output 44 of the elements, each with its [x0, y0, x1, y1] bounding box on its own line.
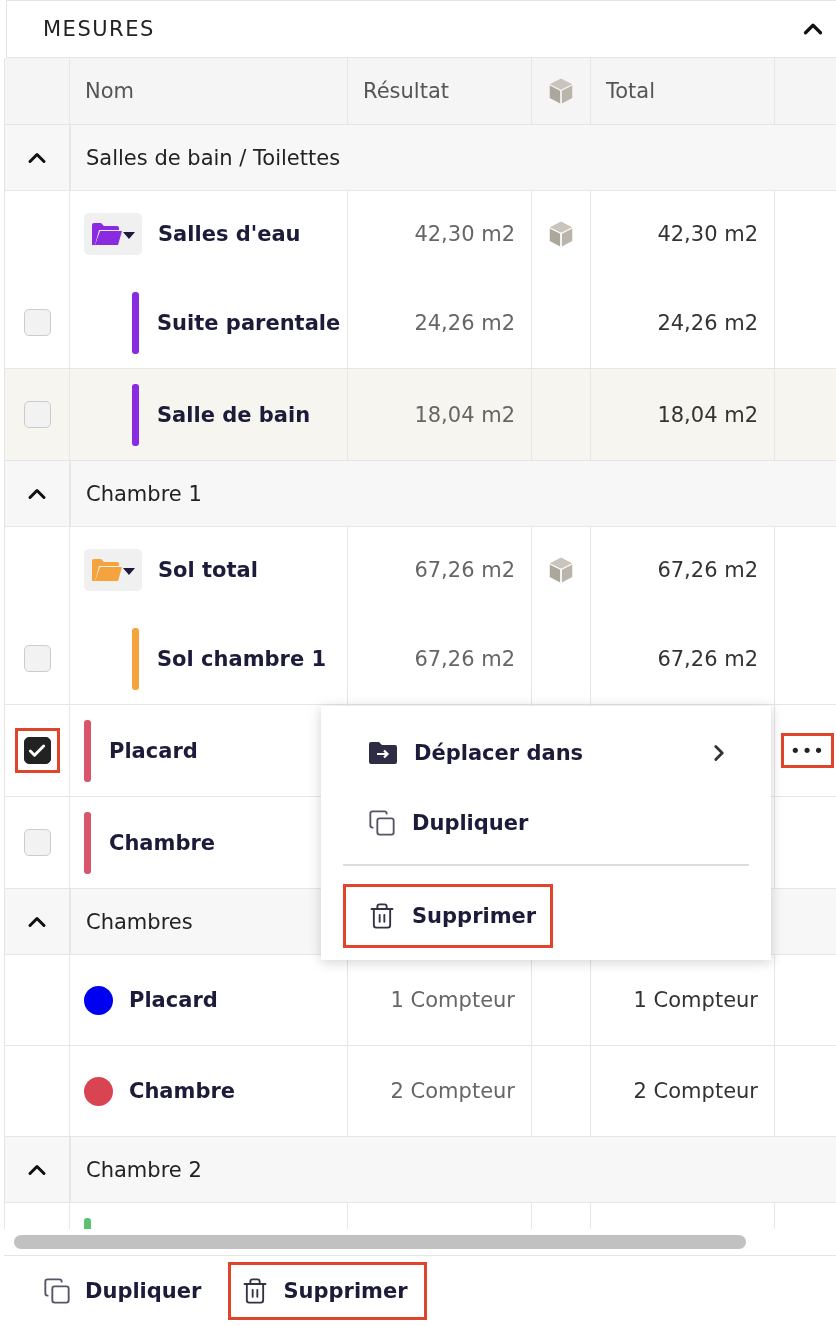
result-value: 67,26 m2 — [414, 558, 515, 582]
row-name: Salle de bain — [157, 402, 311, 427]
total-value: 42,30 m2 — [657, 222, 758, 246]
trash-icon — [368, 902, 396, 930]
panel-title: MESURES — [43, 17, 155, 41]
row-name: Placard — [109, 738, 198, 763]
total-value: 2 Compteur — [633, 1079, 758, 1103]
group-title: Salles de bain / Toilettes — [86, 145, 341, 170]
total-value: 24,26 m2 — [657, 310, 758, 335]
total-value: 67,26 m2 — [657, 646, 758, 671]
result-value: 67,26 m2 — [414, 646, 515, 671]
checkbox[interactable] — [23, 737, 51, 764]
result-value: 42,30 m2 — [414, 222, 515, 246]
menu-item[interactable]: Supprimer — [343, 884, 554, 948]
row-name: Sol total — [158, 558, 258, 582]
row-name: Placard — [129, 988, 218, 1012]
column-header[interactable]: Nom — [85, 79, 134, 103]
footer-button[interactable]: Dupliquer — [30, 1262, 221, 1320]
total-value: 67,26 m2 — [657, 558, 758, 582]
group-title: Chambre 1 — [86, 481, 202, 506]
more-button[interactable]: ••• — [781, 733, 834, 768]
folder-dropdown[interactable] — [84, 213, 142, 255]
row-name: Salles d'eau — [158, 222, 301, 246]
footer-button[interactable]: Supprimer — [228, 1262, 427, 1320]
row-name: Sol chambre 1 — [157, 646, 327, 671]
copy-icon — [43, 1277, 71, 1305]
result-value: 2 Compteur — [390, 1079, 515, 1103]
result-value: 1 Compteur — [390, 988, 515, 1012]
group-title: Chambres — [86, 909, 193, 934]
column-header[interactable]: Résultat — [363, 79, 449, 103]
result-value: 18,04 m2 — [414, 402, 515, 427]
group-title: Chambre 2 — [86, 1157, 202, 1182]
column-header[interactable]: Total — [606, 79, 656, 103]
total-value: 1 Compteur — [633, 988, 758, 1012]
row-name: Suite parentale — [157, 310, 341, 335]
total-value: 18,04 m2 — [657, 402, 758, 427]
menu-item[interactable]: Dupliquer — [343, 788, 749, 858]
result-value: 24,26 m2 — [414, 310, 515, 335]
row-name: Chambre — [109, 830, 216, 855]
folder-arrow-icon — [368, 741, 398, 765]
scrollbar-thumb[interactable] — [14, 1235, 746, 1249]
row-name: Chambre — [129, 1079, 236, 1103]
copy-icon — [368, 809, 396, 837]
menu-item[interactable]: Déplacer dans — [343, 718, 749, 788]
